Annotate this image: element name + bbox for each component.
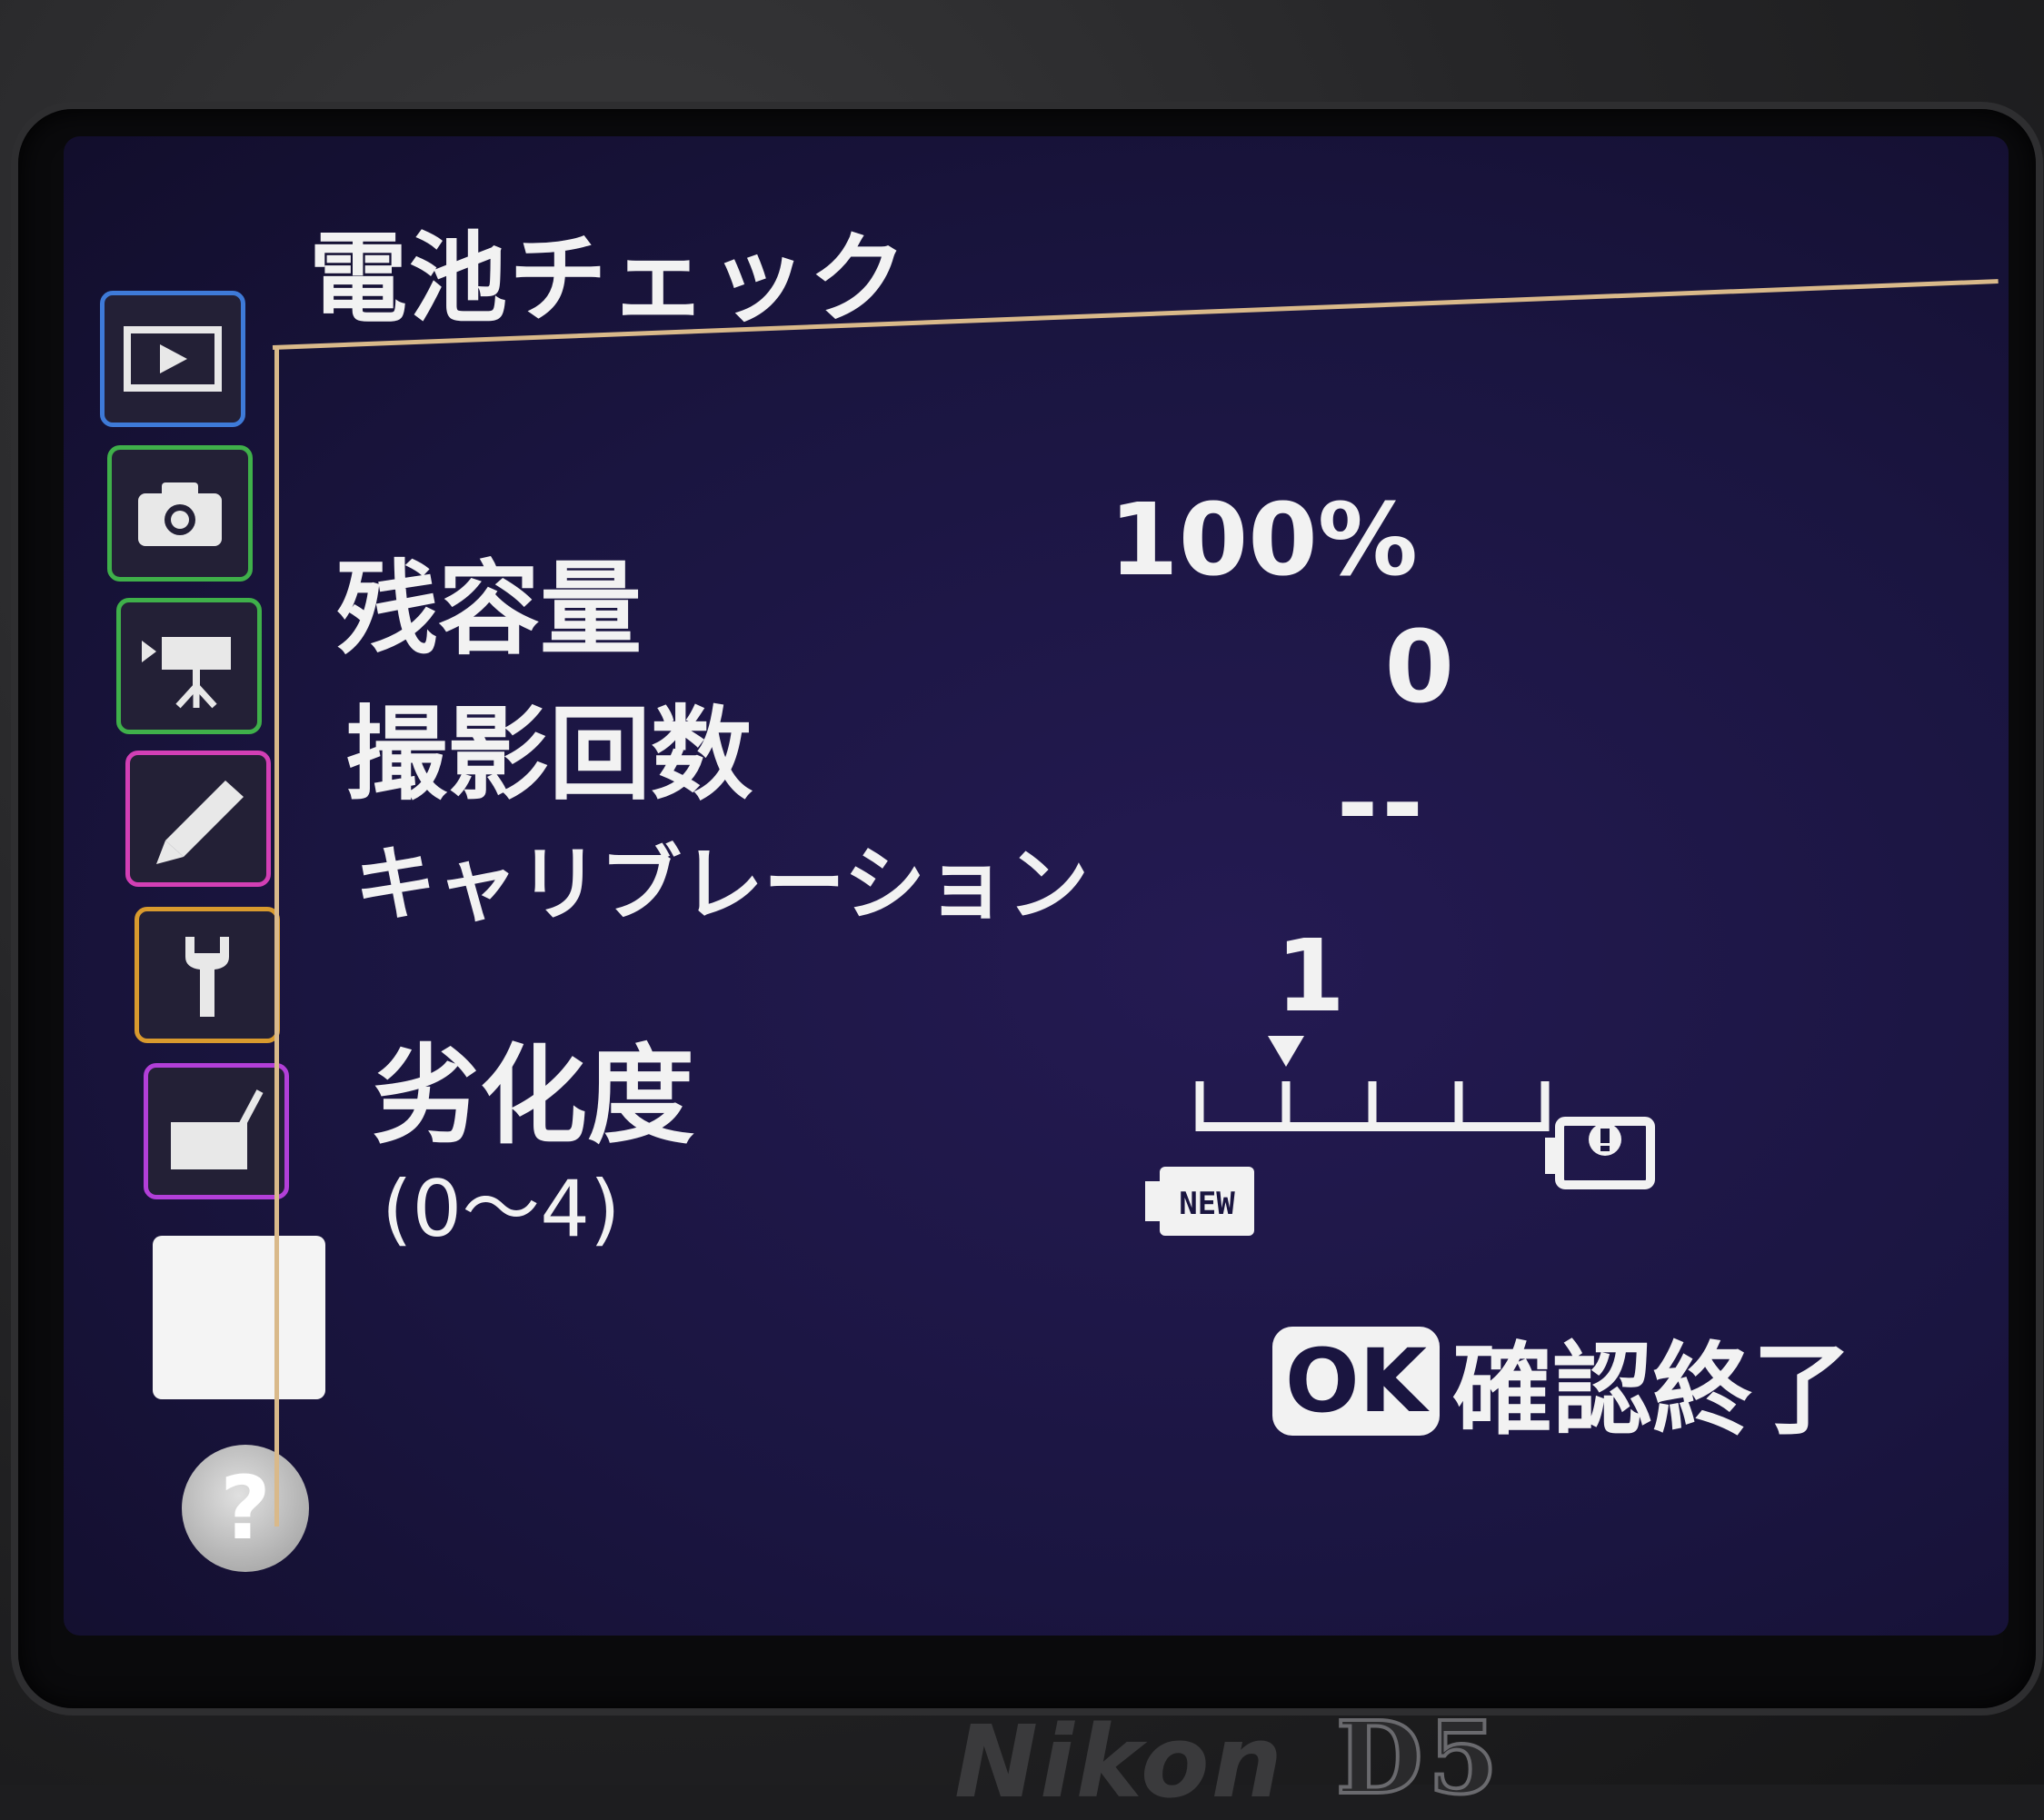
- shot-count-label: 撮影回数: [345, 696, 753, 814]
- remaining-charge-value: 100%: [1109, 482, 1418, 598]
- tab-custom-settings[interactable]: [125, 751, 271, 887]
- ok-prompt-label: 確認終了: [1452, 1332, 1852, 1448]
- model-name: D5: [1334, 1697, 1503, 1818]
- lcd-screen: ? 電池チェック 残容量 撮影回数 キャリブレーション 劣化度 (0〜4) 10…: [64, 136, 2009, 1636]
- help-icon: ?: [220, 1457, 271, 1559]
- retouch-icon: [171, 1089, 264, 1169]
- gauge-pointer: [1268, 1036, 1304, 1067]
- new-battery-icon: NEW: [1145, 1167, 1254, 1236]
- battery-age-label: 劣化度: [373, 1033, 695, 1159]
- wrench-icon: [185, 937, 229, 1017]
- gauge-scale: [1195, 1081, 1550, 1131]
- shooting-icon: [138, 482, 222, 546]
- tab-shooting[interactable]: [107, 445, 253, 582]
- brand-logo: Nikon: [954, 1704, 1284, 1820]
- page-title: 電池チェック: [309, 223, 910, 336]
- help-button[interactable]: ?: [182, 1445, 309, 1572]
- new-battery-label: NEW: [1179, 1186, 1235, 1222]
- pencil-icon: [156, 781, 244, 864]
- calibration-label: キャリブレーション: [354, 837, 1090, 932]
- ok-button-badge[interactable]: OK: [1272, 1327, 1440, 1436]
- ok-prompt[interactable]: OK 確認終了: [1272, 1308, 1852, 1454]
- battery-age-range: (0〜4): [382, 1164, 621, 1255]
- frame-divider-left: [274, 345, 279, 1527]
- tab-movie[interactable]: [116, 598, 262, 734]
- shot-count-value: 0: [1384, 609, 1454, 725]
- tab-playback[interactable]: [100, 291, 245, 427]
- tab-my-menu[interactable]: [153, 1236, 325, 1399]
- tab-setup[interactable]: [135, 907, 280, 1043]
- playback-icon: [124, 326, 222, 392]
- calibration-value: --: [1336, 745, 1427, 861]
- movie-icon: [142, 637, 231, 709]
- battery-age-gauge: NEW: [1145, 1036, 1655, 1236]
- tab-retouch[interactable]: [144, 1063, 289, 1199]
- worn-battery-icon: [1545, 1117, 1655, 1189]
- remaining-charge-label: 残容量: [336, 551, 642, 669]
- battery-age-value: 1: [1275, 918, 1345, 1034]
